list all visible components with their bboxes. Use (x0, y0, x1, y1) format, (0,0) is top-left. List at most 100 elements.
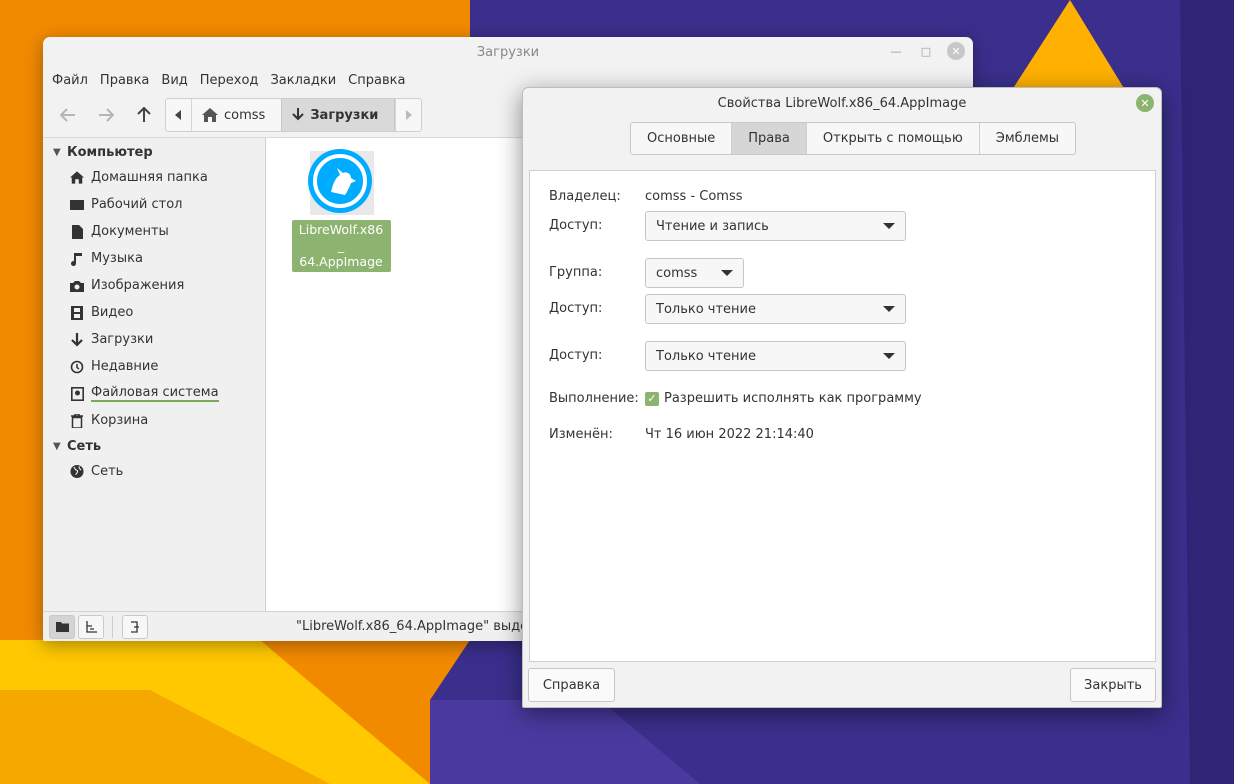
path-scroll-right-button[interactable] (395, 99, 421, 131)
sidebar-item-label: Сеть (91, 464, 124, 479)
sidebar-item-label: Корзина (91, 413, 149, 428)
sidebar-section-computer[interactable]: ▼ Компьютер (43, 140, 265, 164)
tab-open-with[interactable]: Открыть с помощью (807, 123, 980, 154)
tab-basic[interactable]: Основные (631, 123, 733, 154)
file-manager-titlebar[interactable]: Загрузки — □ ✕ (43, 37, 973, 67)
desktop-icon (70, 199, 84, 210)
sidebar-item-label: Домашняя папка (91, 170, 208, 185)
exec-checkbox[interactable]: ✓ (645, 391, 659, 406)
status-text: "LibreWolf.x86_64.AppImage" выдел (296, 619, 537, 634)
owner-access-label: Доступ: (549, 218, 603, 233)
show-tree-button[interactable] (78, 614, 104, 639)
file-name-line2: 64.AppImage (299, 254, 383, 269)
sidebar-item-network[interactable]: Сеть (43, 458, 265, 485)
group-access-select[interactable]: Только чтение (645, 294, 906, 324)
sidebar-section-network[interactable]: ▼ Сеть (43, 434, 265, 458)
sidebar-item-trash[interactable]: Корзина (43, 407, 265, 434)
file-name-line1: LibreWolf.x86_ (298, 222, 384, 253)
show-places-button[interactable] (49, 614, 75, 639)
minimize-icon[interactable]: — (887, 42, 905, 60)
sidebar-item-music[interactable]: Музыка (43, 245, 265, 272)
sidebar-item-videos[interactable]: Видео (43, 299, 265, 326)
tab-permissions[interactable]: Права (732, 123, 807, 154)
properties-dialog: Свойства LibreWolf.x86_64.AppImage ✕ Осн… (522, 87, 1162, 708)
sidebar-section-label: Сеть (67, 438, 102, 454)
help-button[interactable]: Справка (528, 668, 615, 702)
menu-bookmarks[interactable]: Закладки (264, 73, 342, 88)
back-button[interactable] (49, 98, 87, 132)
owner-access-select[interactable]: Чтение и запись (645, 211, 906, 241)
maximize-icon[interactable]: □ (917, 42, 935, 60)
path-segment-downloads[interactable]: Загрузки (281, 99, 396, 131)
menu-edit[interactable]: Правка (94, 73, 155, 88)
exec-checkbox-label: Разрешить исполнять как программу (664, 391, 922, 406)
hide-sidebar-button[interactable] (122, 614, 148, 639)
owner-label: Владелец: (549, 189, 621, 204)
sidebar-item-documents[interactable]: Документы (43, 218, 265, 245)
menu-file[interactable]: Файл (46, 73, 94, 88)
forward-button[interactable] (87, 98, 125, 132)
close-button[interactable]: Закрыть (1070, 668, 1156, 702)
exec-label: Выполнение: (549, 391, 639, 406)
sidebar-item-label: Файловая система (91, 385, 219, 402)
sidebar: ▼ Компьютер Домашняя папка Рабочий стол … (43, 138, 266, 611)
close-icon[interactable]: ✕ (947, 42, 965, 60)
others-access-value: Только чтение (656, 348, 757, 364)
dropdown-arrow-icon (883, 353, 895, 359)
sidebar-item-label: Загрузки (91, 332, 154, 347)
download-icon (292, 108, 305, 121)
trash-icon (71, 413, 83, 428)
group-select[interactable]: comss (645, 258, 744, 288)
window-controls: — □ ✕ (887, 42, 965, 60)
window-title: Загрузки (476, 44, 540, 60)
up-button[interactable] (125, 98, 163, 132)
exec-checkbox-row[interactable]: ✓ Разрешить исполнять как программу (645, 391, 922, 406)
download-icon (71, 332, 83, 347)
pathbar: comss Загрузки (165, 98, 423, 132)
drive-icon (70, 386, 84, 401)
sidebar-item-label: Рабочий стол (91, 197, 183, 212)
sidebar-item-filesystem[interactable]: Файловая система (43, 380, 265, 407)
divider (112, 615, 113, 638)
path-scroll-left-button[interactable] (166, 99, 192, 131)
modified-label: Изменён: (549, 427, 613, 442)
owner-value: comss - Comss (645, 189, 743, 204)
menu-help[interactable]: Справка (342, 73, 411, 88)
dialog-titlebar[interactable]: Свойства LibreWolf.x86_64.AppImage ✕ (523, 88, 1161, 118)
sidebar-item-home[interactable]: Домашняя папка (43, 164, 265, 191)
group-label: Группа: (549, 265, 603, 280)
expander-icon[interactable]: ▼ (53, 441, 63, 452)
dropdown-arrow-icon (883, 306, 895, 312)
dropdown-arrow-icon (883, 223, 895, 229)
path-segment-label: comss (224, 107, 266, 123)
group-access-label: Доступ: (549, 301, 603, 316)
others-access-label: Доступ: (549, 348, 603, 363)
home-icon (202, 108, 218, 122)
sidebar-item-recent[interactable]: Недавние (43, 353, 265, 380)
expander-icon[interactable]: ▼ (53, 147, 63, 158)
folder-icon (55, 621, 69, 632)
globe-icon (70, 464, 84, 479)
path-segment-home[interactable]: comss (192, 99, 281, 131)
file-item-librewolf[interactable]: LibreWolf.x86_ 64.AppImage (291, 148, 391, 272)
librewolf-app-icon (308, 149, 374, 215)
sidebar-section-label: Компьютер (67, 144, 153, 160)
sidebar-item-desktop[interactable]: Рабочий стол (43, 191, 265, 218)
music-icon (71, 252, 82, 266)
close-icon[interactable]: ✕ (1136, 94, 1154, 112)
menu-view[interactable]: Вид (155, 73, 193, 88)
arrow-left-icon (60, 108, 75, 122)
file-name-label[interactable]: LibreWolf.x86_ 64.AppImage (291, 220, 391, 272)
others-access-select[interactable]: Только чтение (645, 341, 906, 371)
home-icon (70, 171, 84, 184)
sidebar-item-pictures[interactable]: Изображения (43, 272, 265, 299)
sidebar-item-label: Видео (91, 305, 134, 320)
sidebar-item-label: Недавние (91, 359, 159, 374)
menu-go[interactable]: Переход (194, 73, 265, 88)
tab-bar: Основные Права Открыть с помощью Эмблемы (630, 122, 1077, 155)
document-icon (71, 224, 83, 239)
tab-emblems[interactable]: Эмблемы (980, 123, 1075, 154)
film-icon (71, 305, 83, 320)
sidebar-item-downloads[interactable]: Загрузки (43, 326, 265, 353)
dropdown-arrow-icon (721, 270, 733, 276)
